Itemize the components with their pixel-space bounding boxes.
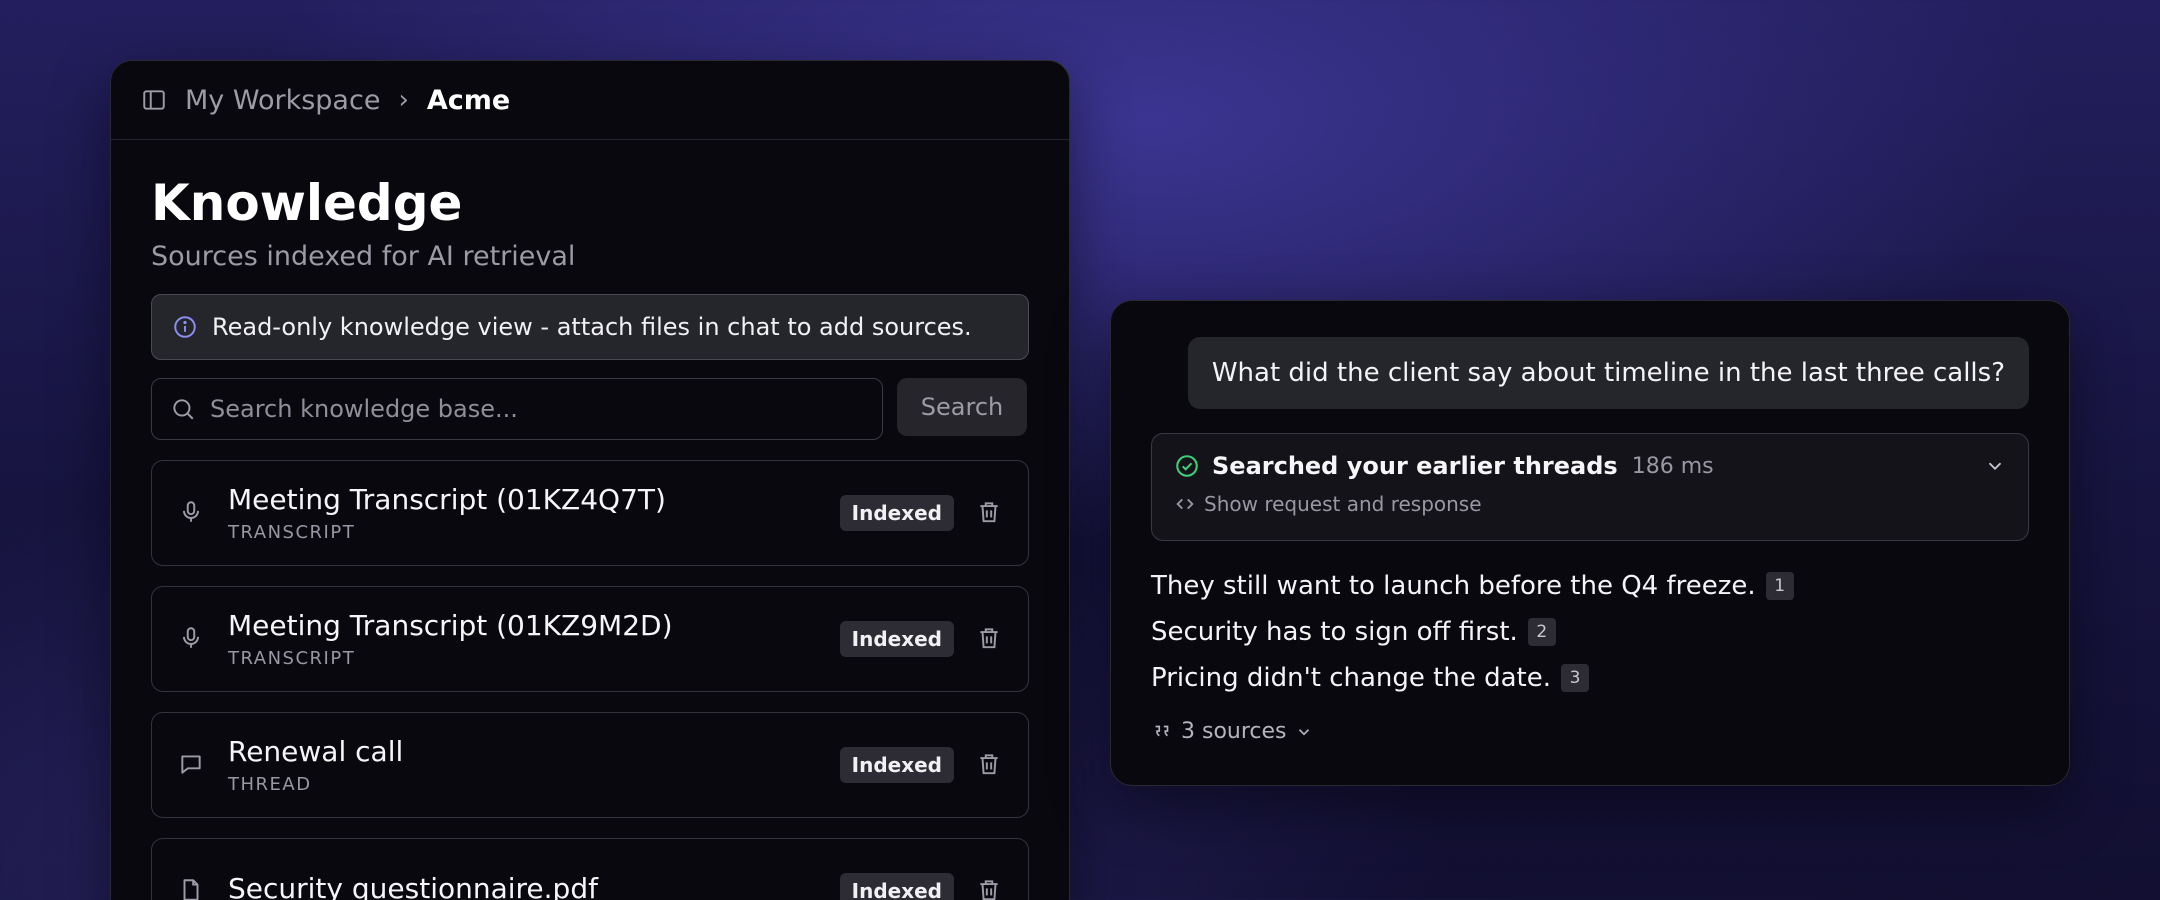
tool-call-duration: 186 ms [1631,453,1714,479]
top-bar: My Workspace › Acme [111,61,1069,140]
status-badge: Indexed [839,495,954,531]
readonly-notice: Read-only knowledge view - attach files … [151,294,1029,360]
list-item[interactable]: Security questionnaire.pdf Indexed [151,838,1029,900]
delete-icon[interactable] [976,625,1004,653]
list-item[interactable]: Meeting Transcript (01KZ4Q7T) TRANSCRIPT… [151,460,1029,566]
citation-badge[interactable]: 1 [1765,572,1794,600]
status-badge: Indexed [839,873,954,900]
citation-badge[interactable]: 3 [1561,664,1589,692]
quote-icon [1151,721,1173,743]
source-type: THREAD [228,774,312,795]
list-item[interactable]: Meeting Transcript (01KZ9M2D) TRANSCRIPT… [151,586,1029,692]
microphone-icon [178,499,206,527]
sources-toggle[interactable]: 3 sources [1151,719,1313,744]
delete-icon[interactable] [976,877,1004,900]
breadcrumb-current: Acme [426,84,511,116]
show-request-link[interactable]: Show request and response [1174,492,2006,516]
search-field[interactable] [151,378,883,440]
delete-icon[interactable] [976,751,1004,779]
source-type: TRANSCRIPT [228,522,356,543]
assistant-answer: They still want to launch before the Q4 … [1151,563,1794,701]
answer-line: Pricing didn't change the date. [1151,663,1551,693]
notice-text: Read-only knowledge view - attach files … [212,313,972,341]
breadcrumb-separator: › [398,85,409,115]
tool-call-title: Searched your earlier threads [1212,452,1618,480]
info-icon [172,314,198,340]
status-badge: Indexed [839,747,954,783]
chevron-down-icon[interactable] [1984,455,2006,477]
search-input[interactable] [210,395,864,423]
check-circle-icon [1174,453,1200,479]
source-title: Security questionnaire.pdf [228,871,598,900]
answer-line: They still want to launch before the Q4 … [1151,571,1756,601]
source-type: TRANSCRIPT [228,648,356,669]
source-title: Renewal call [228,735,404,768]
search-button[interactable]: Search [897,378,1027,436]
sidebar-toggle-icon[interactable] [141,86,169,114]
page-title: Knowledge [151,174,463,232]
file-icon [178,877,206,900]
user-message: What did the client say about timeline i… [1187,337,2029,409]
code-icon [1174,493,1196,515]
citation-badge[interactable]: 2 [1527,618,1556,646]
chevron-down-icon [1295,723,1313,741]
knowledge-panel: My Workspace › Acme Knowledge Sources in… [110,60,1070,900]
message-icon [178,751,206,779]
list-item[interactable]: Renewal call THREAD Indexed [151,712,1029,818]
sources-label: 3 sources [1181,719,1287,744]
page-subtitle: Sources indexed for AI retrieval [151,241,576,272]
answer-line: Security has to sign off first. [1151,617,1518,647]
delete-icon[interactable] [976,499,1004,527]
search-row: Search [151,378,1029,440]
show-request-label: Show request and response [1204,492,1482,516]
microphone-icon [178,625,206,653]
search-icon [170,396,196,422]
status-badge: Indexed [839,621,954,657]
source-title: Meeting Transcript (01KZ9M2D) [228,609,673,642]
breadcrumb-workspace[interactable]: My Workspace [185,85,380,116]
chat-panel: What did the client say about timeline i… [1110,300,2070,786]
sources-list: Meeting Transcript (01KZ4Q7T) TRANSCRIPT… [151,460,1029,900]
tool-call-card[interactable]: Searched your earlier threads 186 ms Sho… [1151,433,2029,541]
source-title: Meeting Transcript (01KZ4Q7T) [228,483,666,516]
